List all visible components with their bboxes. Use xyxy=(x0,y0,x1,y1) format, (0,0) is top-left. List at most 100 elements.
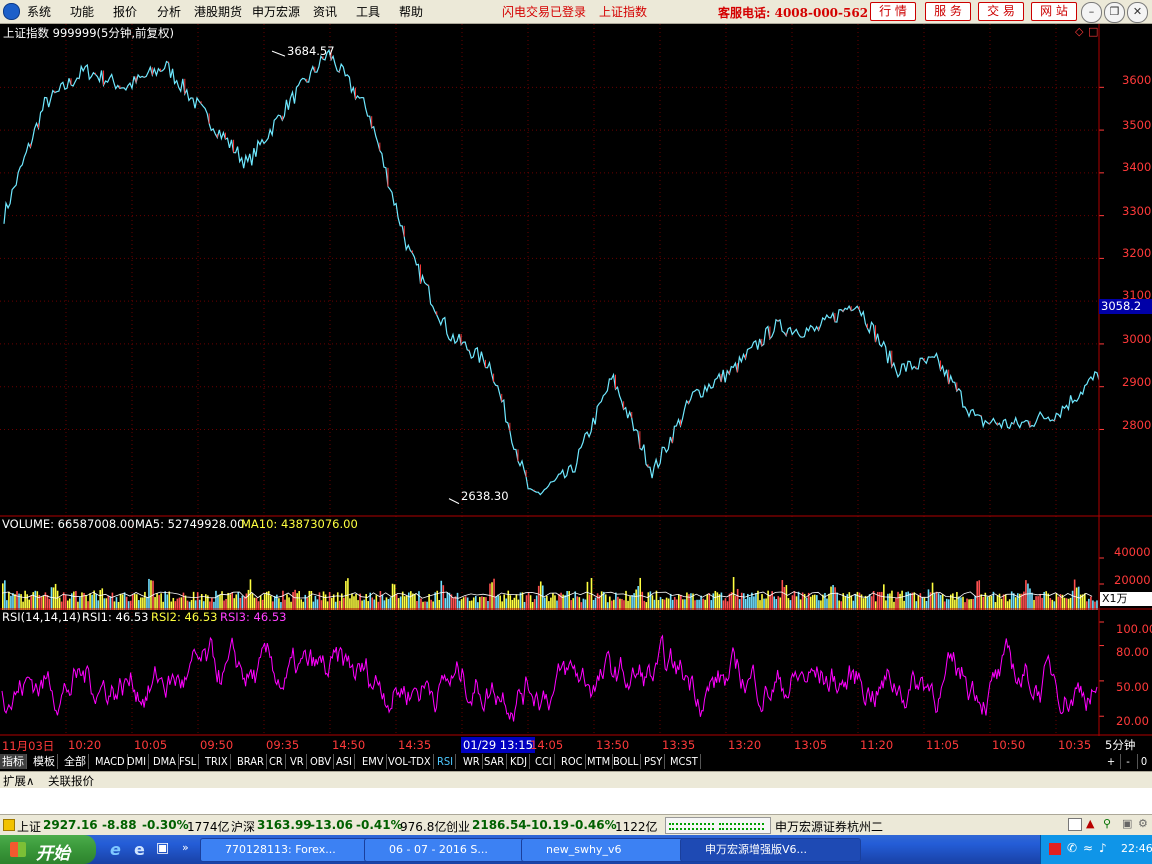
tab-fsl[interactable]: FSL xyxy=(177,754,200,769)
tab-cr[interactable]: CR xyxy=(267,754,286,769)
chart-svg[interactable] xyxy=(0,24,1152,736)
tab-rsi[interactable]: RSI xyxy=(435,754,457,769)
menu-hk-futures[interactable]: 港股期货 xyxy=(194,3,242,20)
service-button[interactable]: 服 务 xyxy=(925,2,971,21)
tab-asi[interactable]: ASI xyxy=(334,754,355,769)
tab-mcst[interactable]: MCST xyxy=(668,754,701,769)
volume-bar xyxy=(58,597,61,610)
time-label: 09:35 xyxy=(266,738,300,752)
settings-icon[interactable]: ⚙ xyxy=(1138,817,1149,830)
market-depth-icon[interactable] xyxy=(665,817,771,834)
volume-bar xyxy=(259,595,262,610)
volume-bar xyxy=(288,597,290,610)
task-date[interactable]: 06 - 07 - 2016 S... xyxy=(364,838,540,862)
volume-bar xyxy=(430,599,432,610)
chart-area[interactable]: 上证指数 999999(5分钟,前复权) ◇ □ 3684.57 2638.30… xyxy=(0,24,1152,736)
volume-bar xyxy=(564,595,566,610)
app-quick-icon[interactable]: ▣ xyxy=(156,840,174,858)
cy-label: 创业 xyxy=(446,820,471,834)
volume-bar xyxy=(521,592,524,610)
tab-all[interactable]: 全部 xyxy=(62,754,89,769)
tab-dmi[interactable]: DMI xyxy=(125,754,150,769)
volume-bar xyxy=(793,590,796,610)
volume-bar xyxy=(363,599,365,610)
volume-bar xyxy=(947,599,950,610)
volume-bar xyxy=(227,592,229,610)
tab-sar[interactable]: SAR xyxy=(482,754,508,769)
start-button[interactable]: 开始 xyxy=(0,835,96,864)
tab-wr[interactable]: WR xyxy=(461,754,483,769)
volume-bar xyxy=(698,599,700,610)
tab-psy[interactable]: PSY xyxy=(642,754,666,769)
tab-trix[interactable]: TRIX xyxy=(203,754,231,769)
volume-bar xyxy=(196,592,199,610)
trade-button[interactable]: 交 易 xyxy=(978,2,1024,21)
menu-function[interactable]: 功能 xyxy=(70,3,94,20)
broker-name: 申万宏源证券杭州二 xyxy=(775,820,884,834)
volume-bar xyxy=(889,593,891,610)
volume-bar xyxy=(64,594,67,610)
volume-bar xyxy=(351,593,353,610)
tab-cci[interactable]: CCI xyxy=(533,754,555,769)
tab-emv[interactable]: EMV xyxy=(360,754,387,769)
hs-value: 3163.99 xyxy=(257,818,312,832)
tab-vr[interactable]: VR xyxy=(288,754,307,769)
tab-boll[interactable]: BOLL xyxy=(611,754,642,769)
quicklaunch-more-icon[interactable]: » xyxy=(182,841,189,854)
volume-bar xyxy=(243,596,246,610)
task-folder[interactable]: new_swhy_v6 xyxy=(521,838,697,862)
tab-indicator[interactable]: 指标 xyxy=(0,754,27,769)
tab-vol-tdx[interactable]: VOL-TDX xyxy=(386,754,434,769)
close-icon[interactable]: ✕ xyxy=(1127,2,1148,23)
tab-roc[interactable]: ROC xyxy=(559,754,586,769)
tab-kdj[interactable]: KDJ xyxy=(508,754,531,769)
tab-mtm[interactable]: MTM xyxy=(585,754,614,769)
volume-bar xyxy=(306,598,309,610)
phone-icon[interactable]: ✆ xyxy=(1067,841,1077,855)
flag-icon[interactable] xyxy=(1049,843,1061,855)
reset-indicator-button[interactable]: 0 xyxy=(1136,754,1152,769)
tab-obv[interactable]: OBV xyxy=(308,754,335,769)
window-icon[interactable]: □ xyxy=(1088,25,1098,38)
menu-analysis[interactable]: 分析 xyxy=(157,3,181,20)
period-selector[interactable]: 5分钟 xyxy=(1105,737,1135,753)
related-quote-tab[interactable]: 关联报价 xyxy=(48,773,94,789)
volume-bar xyxy=(42,595,45,610)
volume-bar xyxy=(111,592,114,610)
time-label: 13:20 xyxy=(728,738,762,752)
volume-bar xyxy=(434,592,436,610)
task-swhy[interactable]: 申万宏源增强版V6... xyxy=(680,838,861,862)
tab-brar[interactable]: BRAR xyxy=(235,754,267,769)
browser-icon[interactable]: e xyxy=(134,840,152,859)
market-button[interactable]: 行 情 xyxy=(870,2,916,21)
menu-tools[interactable]: 工具 xyxy=(356,3,380,20)
expand-tab[interactable]: 扩展∧ xyxy=(3,773,34,789)
tab-dma[interactable]: DMA xyxy=(151,754,179,769)
volume-ma5: MA5: 52749928.00 xyxy=(135,517,245,531)
signal-icon[interactable]: ▲ xyxy=(1086,817,1098,830)
ie-icon[interactable]: e xyxy=(110,840,128,859)
menu-news[interactable]: 资讯 xyxy=(313,3,337,20)
cy-change: -10.19 xyxy=(526,818,569,832)
message-icon[interactable] xyxy=(1068,818,1082,831)
menu-quote[interactable]: 报价 xyxy=(113,3,137,20)
volume-bar xyxy=(164,591,166,610)
network-icon[interactable]: ⚲ xyxy=(1103,817,1116,830)
index-name-label[interactable]: 上证指数 xyxy=(599,3,647,20)
menu-system[interactable]: 系统 xyxy=(27,3,51,20)
volume-bar xyxy=(544,597,546,610)
tab-template[interactable]: 模板 xyxy=(31,754,58,769)
menu-swhy[interactable]: 申万宏源 xyxy=(252,3,300,20)
minimize-icon[interactable]: – xyxy=(1081,2,1102,23)
website-button[interactable]: 网 站 xyxy=(1031,2,1077,21)
task-forex[interactable]: 770128113: Forex... xyxy=(200,838,382,862)
menu-help[interactable]: 帮助 xyxy=(399,3,423,20)
tab-macd[interactable]: MACD xyxy=(93,754,128,769)
volume-icon[interactable]: ♪ xyxy=(1099,841,1107,855)
volume-bar xyxy=(891,590,893,610)
restore-icon[interactable]: ❐ xyxy=(1104,2,1125,23)
diamond-icon[interactable]: ◇ xyxy=(1075,25,1083,38)
lock-icon[interactable]: ▣ xyxy=(1122,817,1133,830)
volume-bar xyxy=(54,583,57,610)
wifi-icon[interactable]: ≈ xyxy=(1083,841,1093,855)
